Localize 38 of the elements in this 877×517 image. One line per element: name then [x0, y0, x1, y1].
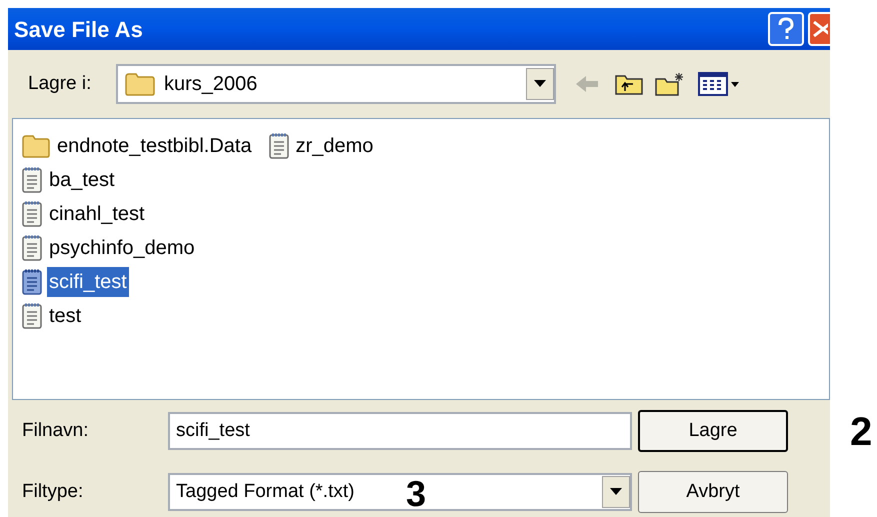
filename-label: Filnavn:: [22, 419, 90, 443]
notepad-icon: [21, 200, 43, 228]
file-item[interactable]: endnote_testbibl.Data: [55, 131, 254, 161]
annotation-number: 3: [406, 476, 426, 512]
file-item[interactable]: zr_demo: [294, 131, 376, 161]
notepad-icon: [268, 132, 290, 160]
file-item[interactable]: cinahl_test: [47, 199, 147, 229]
file-item[interactable]: psychinfo_demo: [47, 233, 197, 263]
file-type-label: Filtype:: [22, 480, 84, 504]
folder-icon: [124, 72, 156, 96]
annotation-number: 2: [850, 412, 872, 452]
file-type-dropdown[interactable]: Tagged Format (*.txt) 3: [168, 472, 632, 511]
folder-name: kurs_2006: [164, 72, 258, 97]
caret-icon: [534, 80, 546, 88]
file-item[interactable]: scifi_test: [47, 267, 129, 297]
file-item[interactable]: ba_test: [47, 165, 117, 195]
save-in-label: Lagre i:: [28, 72, 92, 96]
folder-dropdown[interactable]: kurs_2006: [116, 64, 556, 104]
folder-icon: [21, 134, 51, 158]
notepad-icon: [21, 234, 43, 262]
notepad-icon: [21, 302, 43, 330]
window-title: Save File As: [14, 16, 144, 44]
close-button[interactable]: [808, 12, 830, 46]
save-button[interactable]: Lagre: [638, 410, 788, 452]
view-menu-icon[interactable]: [698, 72, 740, 96]
file-item[interactable]: test: [47, 301, 84, 331]
help-button[interactable]: [768, 12, 804, 46]
new-folder-icon[interactable]: [654, 71, 686, 97]
caret-icon: [610, 488, 622, 496]
dropdown-button[interactable]: [602, 476, 630, 508]
notepad-icon: [21, 268, 43, 296]
cancel-button[interactable]: Avbryt: [638, 470, 788, 513]
notepad-icon: [21, 166, 43, 194]
close-icon: [812, 19, 828, 39]
filename-field[interactable]: scifi_test: [168, 412, 632, 450]
help-icon: [776, 17, 796, 41]
dropdown-button[interactable]: [526, 68, 554, 100]
file-type-value: Tagged Format (*.txt): [176, 480, 354, 504]
